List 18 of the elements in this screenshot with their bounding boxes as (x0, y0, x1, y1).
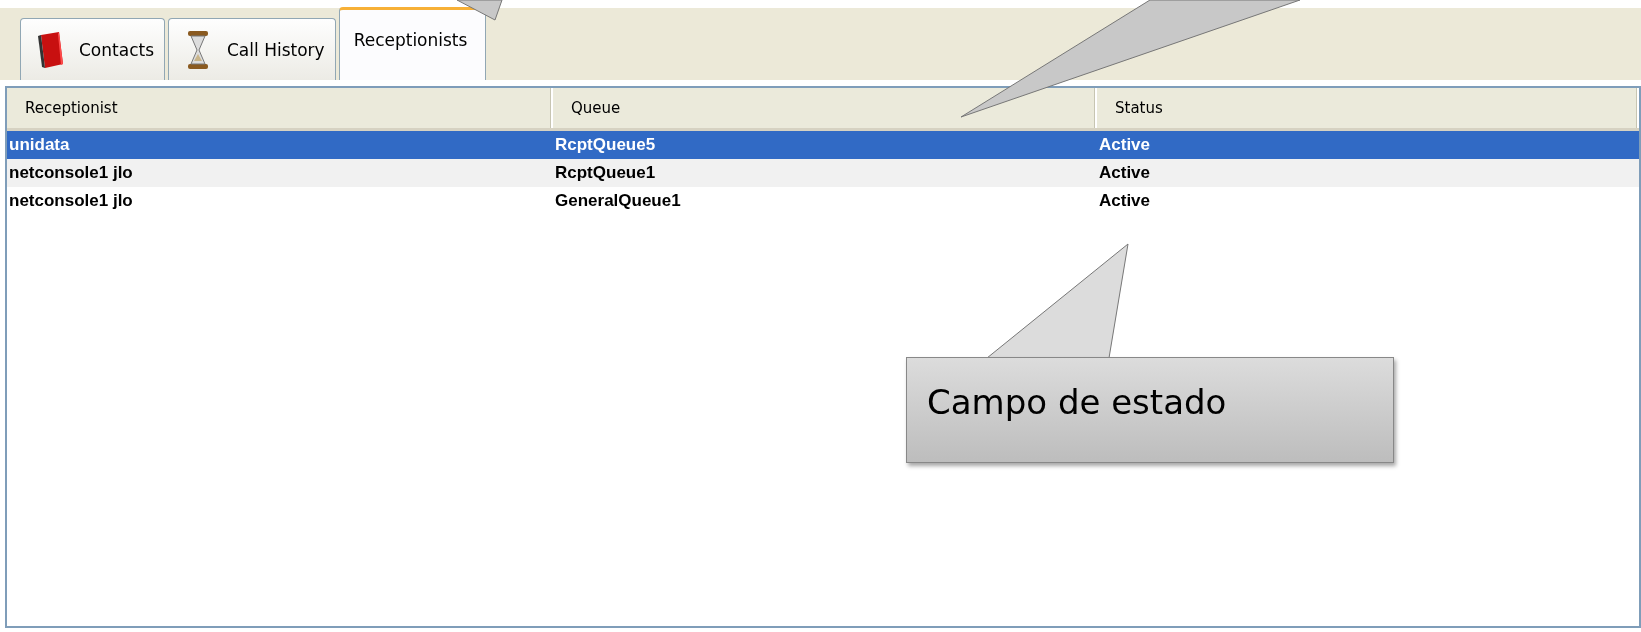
table-cell-text: Active (1098, 135, 1152, 155)
column-header[interactable]: Receptionist (7, 88, 553, 128)
tab[interactable]: Contacts (20, 18, 165, 80)
column-header[interactable]: Status (1097, 88, 1639, 128)
table-row[interactable]: unidata RcptQueue5 Active (7, 131, 1639, 159)
tab[interactable]: Receptionists (338, 7, 487, 80)
table-cell-text: netconsole1 jlo (8, 191, 134, 211)
table-row[interactable]: netconsole1 jlo RcptQueue1 Active (7, 159, 1639, 187)
table-cell-text: netconsole1 jlo (8, 163, 134, 183)
table-cell-text: GeneralQueue1 (554, 191, 682, 211)
table-cell-text: RcptQueue1 (554, 163, 657, 183)
table-row[interactable]: netconsole1 jlo GeneralQueue1 Active (7, 187, 1639, 215)
table-cell-text: unidata (8, 135, 71, 155)
table-cell-text: Active (1098, 163, 1152, 183)
table-cell-text: Active (1098, 191, 1152, 211)
table-cell-text: RcptQueue5 (554, 135, 657, 155)
tab[interactable]: Call History (168, 18, 336, 80)
callout-box: Campo de estado (906, 357, 1394, 463)
